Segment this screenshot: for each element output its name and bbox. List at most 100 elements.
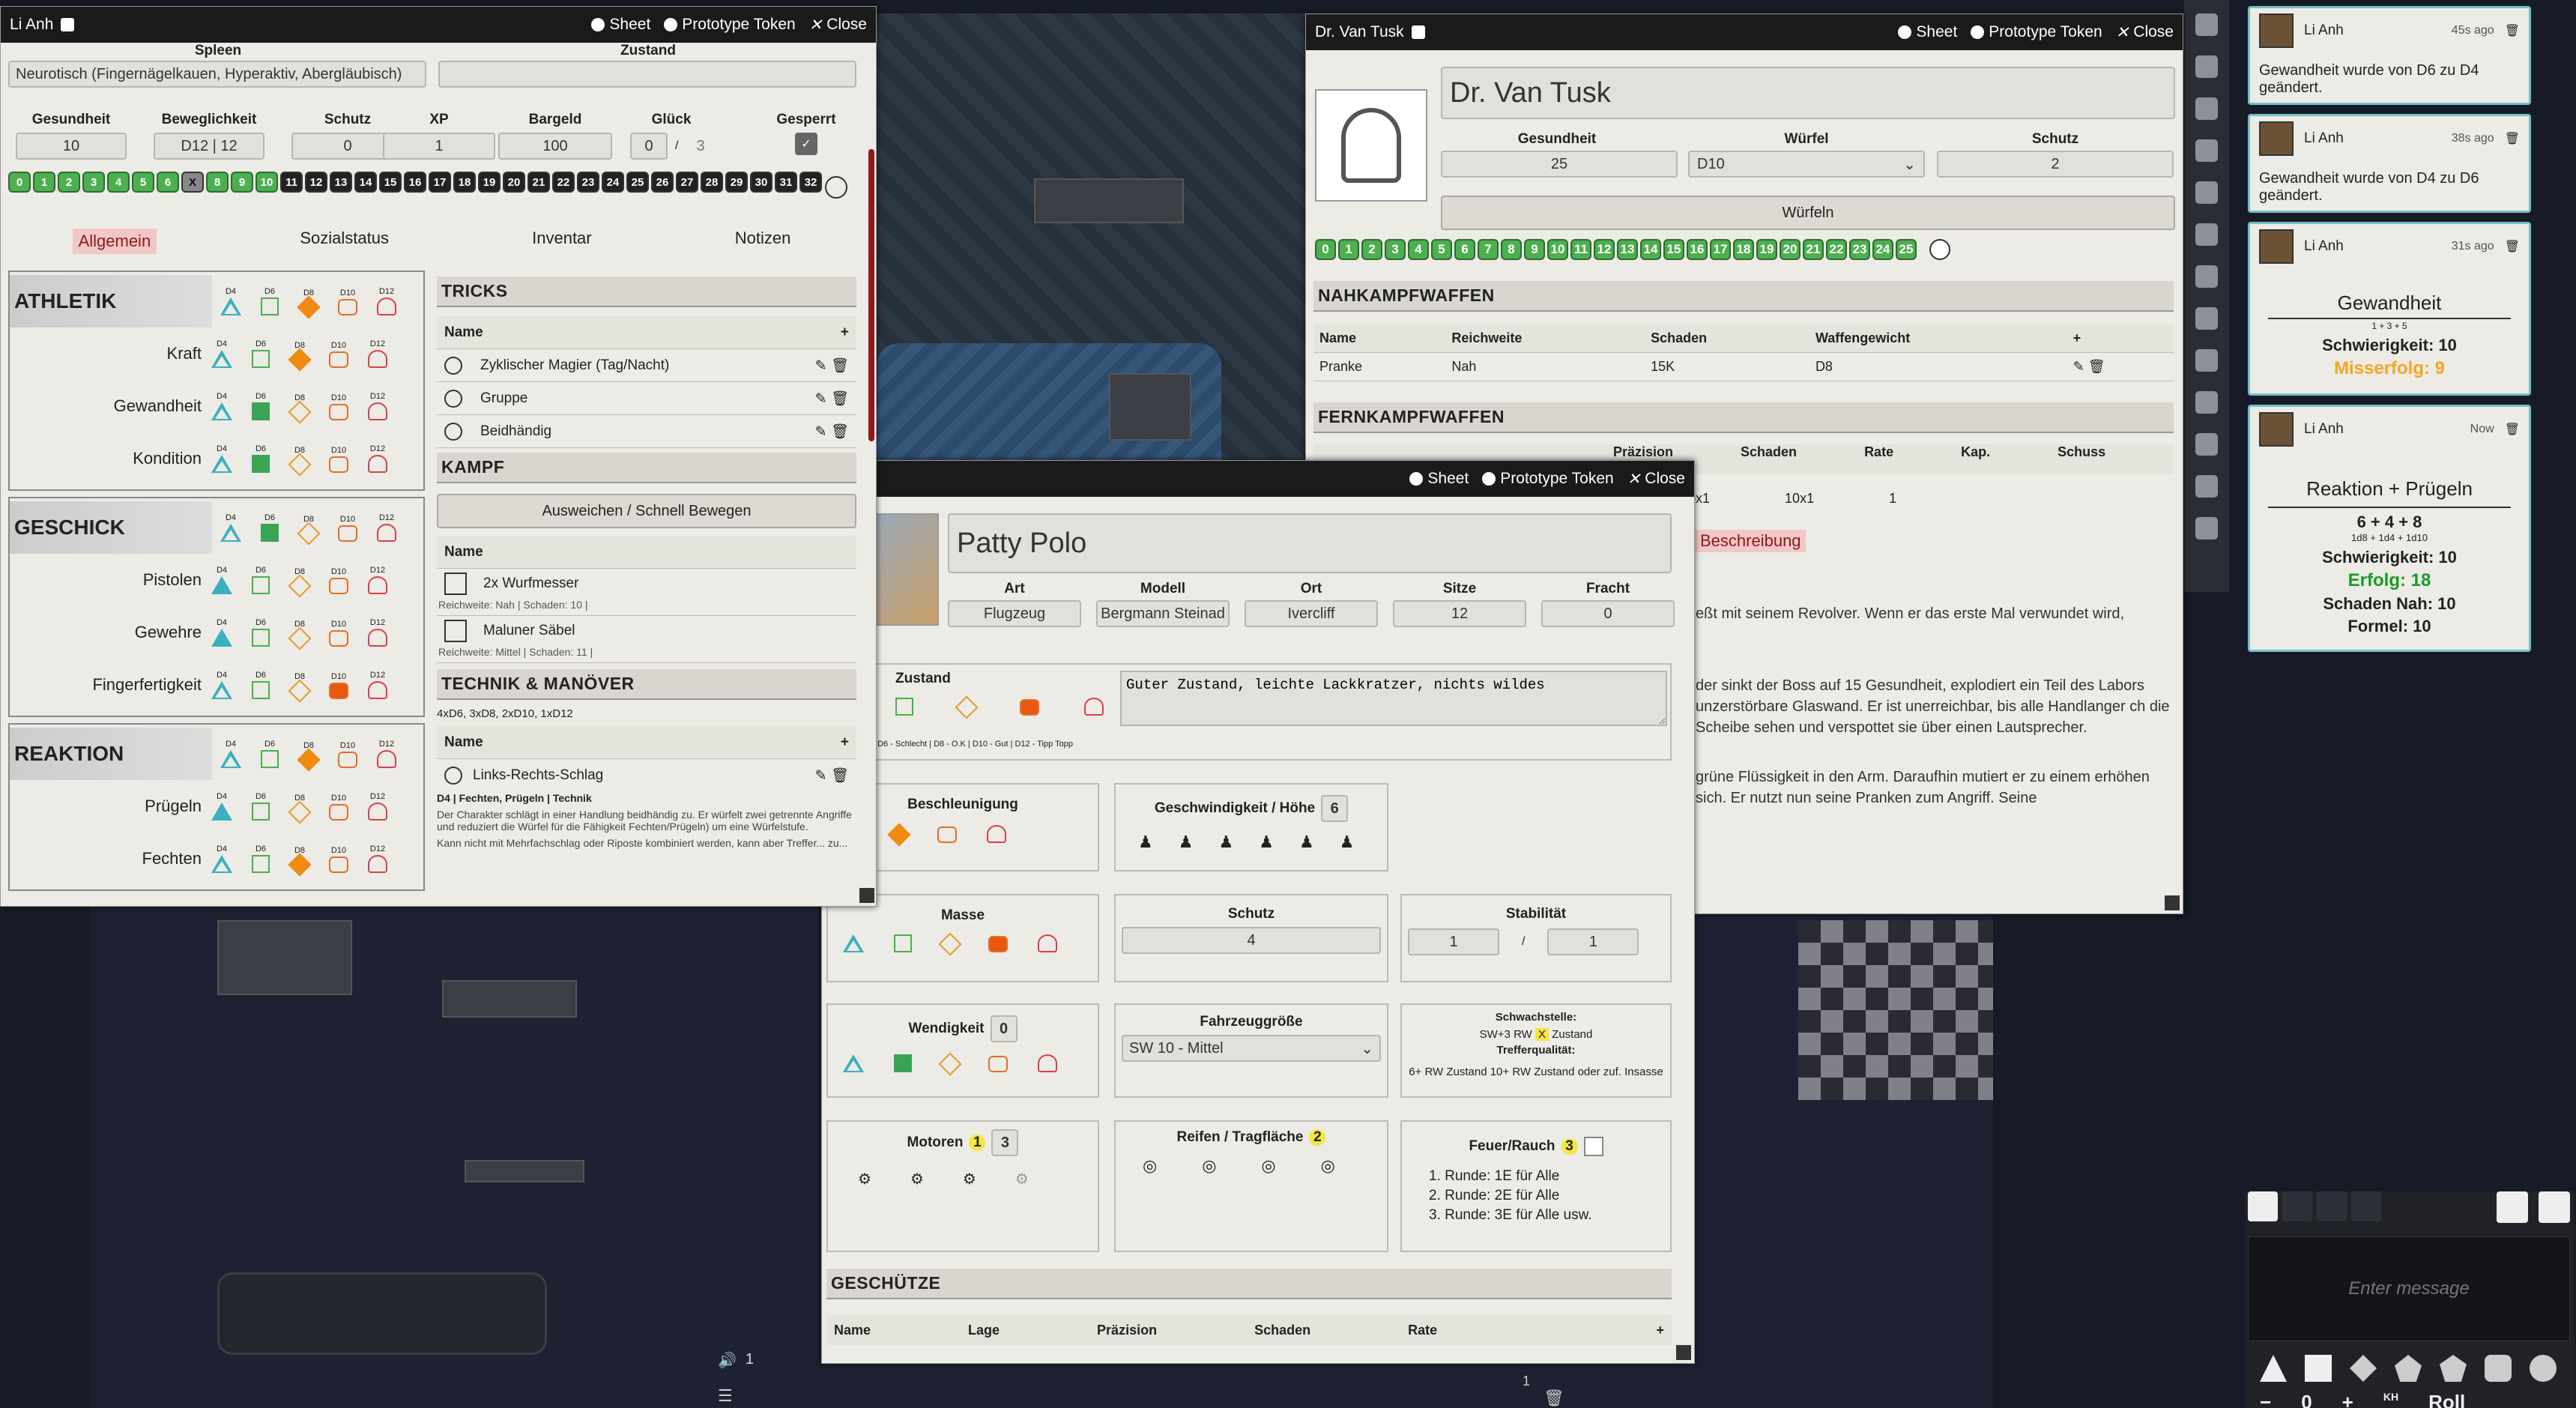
dice-selector[interactable]: D4 D6 D8 D10 D12 bbox=[220, 513, 398, 546]
track-cell[interactable]: 31 bbox=[775, 172, 797, 193]
track-cell[interactable]: 15 bbox=[379, 172, 402, 193]
list-item[interactable]: Gruppe ✎ 🗑 bbox=[437, 382, 856, 415]
sheet-button[interactable]: Sheet bbox=[1409, 470, 1469, 488]
track-cell[interactable]: 28 bbox=[701, 172, 723, 193]
edit-icon[interactable]: ✎ 🗑 bbox=[815, 767, 849, 785]
gm-icon[interactable] bbox=[2282, 1191, 2312, 1221]
die-option[interactable]: D12 bbox=[366, 792, 389, 821]
die-option[interactable]: D6 bbox=[250, 671, 272, 699]
notebook-icon[interactable] bbox=[2195, 433, 2218, 456]
die-option[interactable]: D8 bbox=[288, 446, 312, 477]
edit-icon[interactable]: ✎ 🗑 bbox=[815, 357, 849, 375]
track-cell[interactable]: 16 bbox=[404, 172, 426, 193]
die-option[interactable]: D6 bbox=[258, 513, 281, 542]
wendigkeit-field[interactable]: 0 bbox=[990, 1015, 1018, 1042]
roll-button[interactable]: Roll bbox=[2428, 1391, 2465, 1408]
stabilitaet-max[interactable]: 1 bbox=[1547, 928, 1639, 955]
user-icon[interactable] bbox=[2351, 1191, 2381, 1221]
track-cell[interactable]: 5 bbox=[1431, 239, 1452, 260]
track-cell[interactable]: 4 bbox=[1408, 239, 1429, 260]
prototype-token-button[interactable]: Prototype Token bbox=[664, 16, 796, 34]
track-cell[interactable]: 21 bbox=[1803, 239, 1824, 260]
die-option[interactable]: D8 bbox=[288, 567, 312, 598]
dice-selector[interactable]: D4 D6 D8 D10 D12 bbox=[220, 740, 398, 772]
globe-icon[interactable] bbox=[2248, 1191, 2278, 1221]
reset-track-icon[interactable] bbox=[825, 176, 847, 199]
die-option[interactable]: D8 bbox=[288, 672, 312, 703]
d12-icon[interactable] bbox=[1084, 698, 1104, 716]
masse-dice[interactable] bbox=[843, 932, 1098, 956]
add-icon[interactable]: + bbox=[841, 734, 849, 751]
resize-handle[interactable] bbox=[859, 888, 874, 903]
d12-icon[interactable] bbox=[2440, 1355, 2467, 1382]
dice-selector[interactable]: D4 D6 D8 D10 D12 bbox=[211, 618, 389, 650]
track-cell[interactable]: 10 bbox=[1547, 239, 1568, 260]
track-cell[interactable]: 14 bbox=[354, 172, 377, 193]
track-cell[interactable]: 8 bbox=[206, 172, 229, 193]
vehicle-name[interactable]: Patty Polo bbox=[948, 513, 1672, 573]
die-option[interactable]: D10 bbox=[336, 515, 359, 542]
luck-field[interactable]: 0 bbox=[630, 133, 668, 160]
size-select[interactable]: SW 10 - Mittel ⌄ bbox=[1122, 1035, 1381, 1062]
track-cell[interactable]: 29 bbox=[725, 172, 748, 193]
list-item[interactable]: Zyklischer Magier (Tag/Nacht) ✎ 🗑 bbox=[437, 349, 856, 382]
track-cell[interactable]: 3 bbox=[1385, 239, 1406, 260]
plus-button[interactable]: + bbox=[2342, 1391, 2353, 1408]
track-cell[interactable]: 14 bbox=[1640, 239, 1661, 260]
die-option[interactable]: D10 bbox=[327, 393, 350, 420]
track-cell[interactable]: 23 bbox=[577, 172, 599, 193]
die-option[interactable]: D6 bbox=[250, 845, 272, 873]
motor-field[interactable]: 3 bbox=[991, 1129, 1019, 1156]
dice-selector[interactable]: D4 D6 D8 D10 D12 bbox=[211, 339, 389, 372]
die-option[interactable]: D10 bbox=[336, 288, 359, 315]
track-cell[interactable]: 30 bbox=[750, 172, 773, 193]
close-button[interactable]: ✕ Close bbox=[2116, 23, 2174, 42]
track-cell[interactable]: X bbox=[181, 172, 204, 193]
tab-notizen[interactable]: Notizen bbox=[735, 229, 791, 254]
tab-allgemein[interactable]: Allgemein bbox=[72, 229, 157, 254]
dice-selector[interactable]: D4 D6 D8 D10 D12 bbox=[211, 845, 389, 877]
stat-field[interactable]: 10 bbox=[16, 133, 127, 160]
list-item[interactable]: Maluner Säbel bbox=[437, 616, 856, 646]
reset-track-icon[interactable] bbox=[1929, 239, 1950, 260]
die-option[interactable]: D10 bbox=[327, 446, 350, 473]
track-cell[interactable]: 12 bbox=[1594, 239, 1615, 260]
track-cell[interactable]: 24 bbox=[602, 172, 624, 193]
track-cell[interactable]: 15 bbox=[1663, 239, 1684, 260]
prototype-token-button[interactable]: Prototype Token bbox=[1971, 23, 2102, 41]
window-titlebar[interactable]: olo SheetPrototype Token✕Close bbox=[822, 461, 1694, 497]
vehicle-field-value[interactable]: 12 bbox=[1393, 600, 1526, 627]
resize-handle[interactable] bbox=[1676, 1345, 1691, 1360]
minus-button[interactable]: − bbox=[2260, 1391, 2271, 1408]
gear-icon[interactable] bbox=[2195, 475, 2218, 498]
dodge-button[interactable]: Ausweichen / Schnell Bewegen bbox=[437, 494, 856, 528]
edit-icon[interactable]: ✎ 🗑 bbox=[2067, 353, 2174, 381]
die-option[interactable]: D12 bbox=[366, 566, 389, 594]
add-icon[interactable]: + bbox=[841, 324, 849, 341]
track-cell[interactable]: 21 bbox=[527, 172, 550, 193]
die-option[interactable]: D4 bbox=[220, 740, 242, 768]
track-cell[interactable]: 25 bbox=[1896, 239, 1917, 260]
die-option[interactable]: D10 bbox=[327, 567, 350, 594]
track-cell[interactable]: 9 bbox=[231, 172, 253, 193]
zustand-field[interactable] bbox=[438, 61, 856, 88]
die-option[interactable]: D6 bbox=[258, 740, 281, 768]
track-cell[interactable]: 27 bbox=[676, 172, 698, 193]
track-cell[interactable]: 4 bbox=[107, 172, 130, 193]
stat-field[interactable]: 100 bbox=[498, 133, 612, 160]
close-button[interactable]: ✕ Close bbox=[1627, 470, 1685, 489]
die-option[interactable]: D12 bbox=[366, 444, 389, 473]
track-cell[interactable]: 23 bbox=[1849, 239, 1870, 260]
track-cell[interactable]: 13 bbox=[1617, 239, 1638, 260]
track-cell[interactable]: 17 bbox=[1710, 239, 1731, 260]
die-option[interactable]: D12 bbox=[366, 845, 389, 873]
die-option[interactable]: D8 bbox=[297, 288, 321, 319]
list-item[interactable]: Beidhändig ✎ 🗑 bbox=[437, 415, 856, 448]
die-option[interactable]: D8 bbox=[288, 393, 312, 424]
trash-icon[interactable]: 🗑 bbox=[2505, 422, 2520, 437]
track-cell[interactable]: 22 bbox=[1826, 239, 1847, 260]
dice-selector[interactable]: D4 D6 D8 D10 D12 bbox=[211, 671, 389, 703]
map-volume[interactable]: 🔊 1 bbox=[718, 1351, 754, 1370]
die-option[interactable]: D10 bbox=[327, 341, 350, 368]
die-option[interactable]: D12 bbox=[375, 513, 398, 542]
